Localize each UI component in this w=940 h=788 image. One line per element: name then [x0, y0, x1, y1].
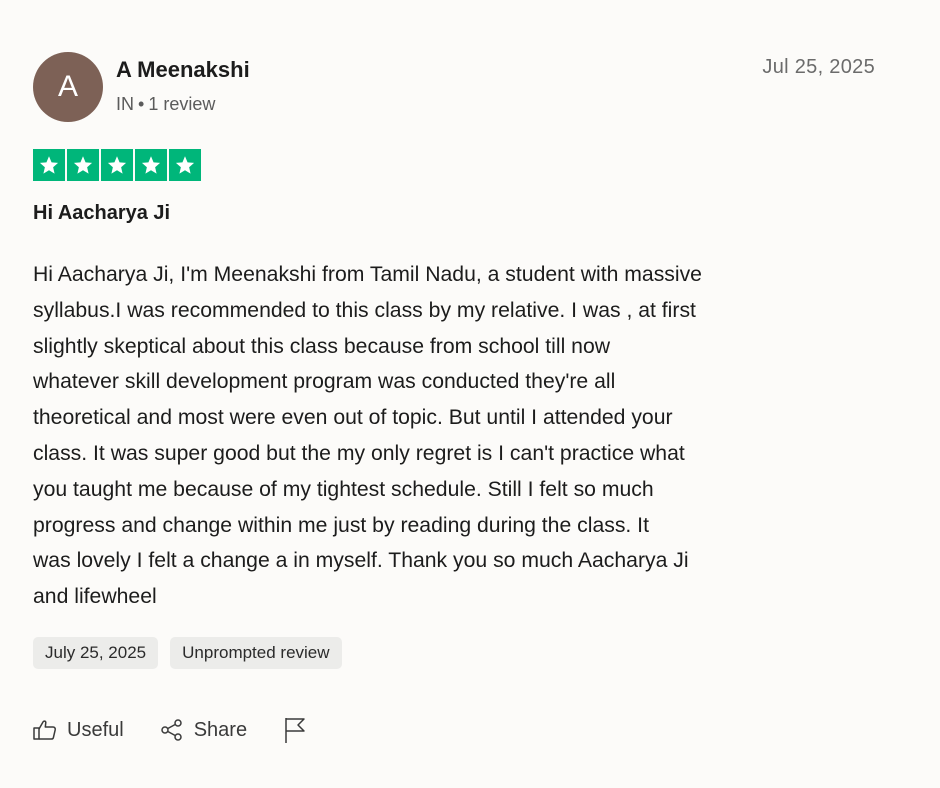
review-date: Jul 25, 2025 [762, 56, 875, 78]
review-body-line: you taught me because of my tightest sch… [33, 477, 654, 501]
author-meta: IN • 1 review [116, 93, 250, 115]
share-icon [160, 718, 184, 742]
star-rating [33, 149, 201, 181]
flag-icon [283, 716, 307, 744]
review-body-line: class. It was super good but the my only… [33, 441, 685, 465]
share-button[interactable]: Share [160, 718, 247, 742]
review-body-line: progress and change within me just by re… [33, 513, 649, 537]
review-body-line: theoretical and most were even out of to… [33, 406, 673, 430]
review-title[interactable]: Hi Aacharya Ji [33, 202, 170, 225]
unprompted-review-tag[interactable]: Unprompted review [170, 637, 342, 669]
thumbs-up-icon [33, 719, 57, 741]
review-body-line: was lovely I felt a change a in myself. … [33, 549, 689, 573]
review-tags: July 25, 2025 Unprompted review [33, 637, 342, 669]
review-header: A A Meenakshi IN • 1 review Jul 25, 2025 [33, 52, 875, 126]
useful-label: Useful [67, 718, 124, 741]
share-label: Share [193, 718, 248, 741]
review-card: A A Meenakshi IN • 1 review Jul 25, 2025 H… [33, 52, 875, 772]
review-body-line: whatever skill development program was c… [33, 370, 616, 394]
author-info: A Meenakshi IN • 1 review [116, 57, 250, 115]
star-icon [67, 149, 99, 181]
author-review-count: 1 review [148, 94, 216, 114]
review-actions: Useful Share [33, 716, 343, 744]
review-body-line: and lifewheel [33, 585, 157, 609]
meta-separator: • [138, 94, 145, 114]
review-body-line: syllabus.I was recommended to this class… [33, 298, 696, 322]
review-body: Hi Aacharya Ji, I'm Meenakshi from Tamil… [33, 257, 873, 615]
author-name[interactable]: A Meenakshi [116, 57, 250, 83]
star-icon [135, 149, 167, 181]
author-country: IN [116, 94, 134, 114]
useful-button[interactable]: Useful [33, 719, 124, 742]
star-icon [169, 149, 201, 181]
star-icon [101, 149, 133, 181]
star-icon [33, 149, 65, 181]
report-button[interactable] [283, 716, 307, 744]
review-body-line: slightly skeptical about this class beca… [33, 334, 611, 358]
avatar[interactable]: A [33, 52, 103, 122]
date-of-experience-tag: July 25, 2025 [33, 637, 159, 669]
review-body-line: Hi Aacharya Ji, I'm Meenakshi from Tamil… [33, 263, 702, 286]
